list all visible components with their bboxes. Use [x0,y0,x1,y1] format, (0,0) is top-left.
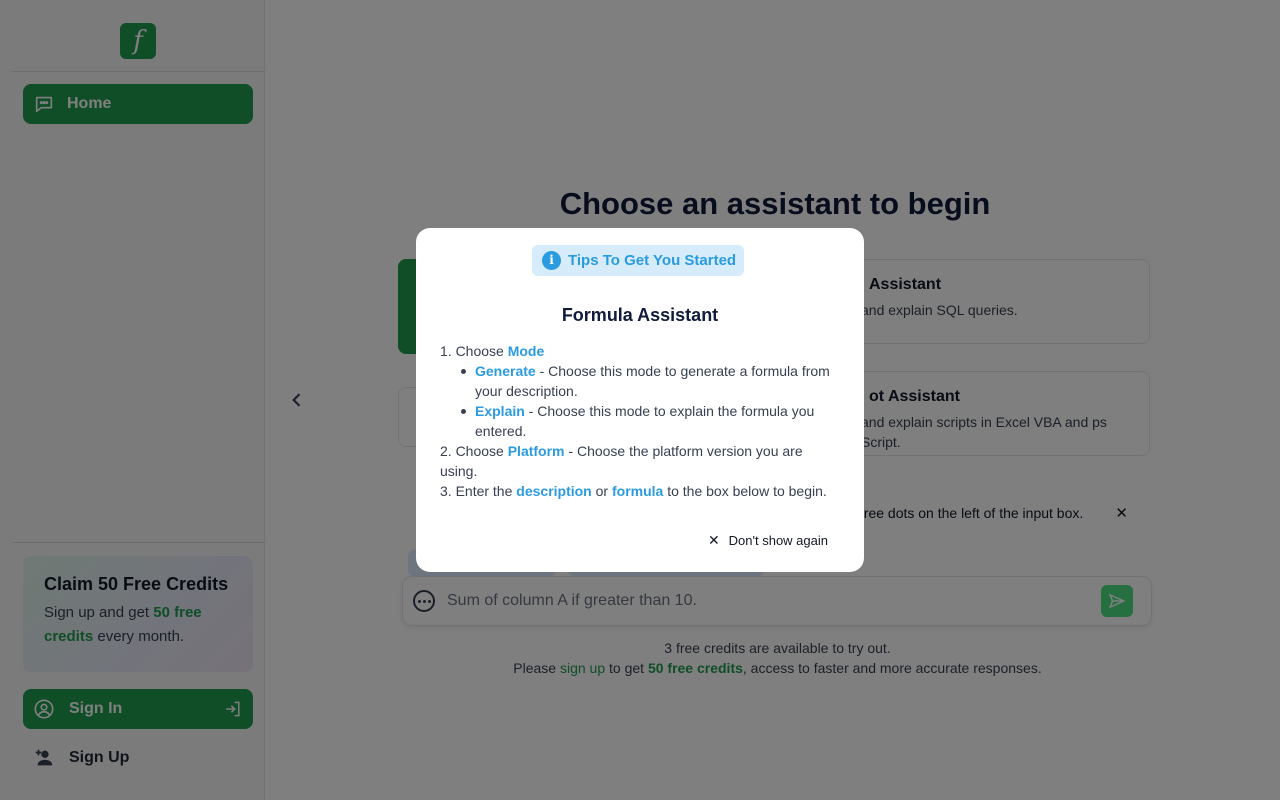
list-item: Generate - Choose this mode to generate … [440,361,840,401]
step-text: or [591,483,612,499]
platform-keyword: Platform [507,443,565,459]
step-2: 2. Choose Platform - Choose the platform… [440,441,840,481]
step-text: to the box below to begin. [663,483,827,499]
modal-title: Formula Assistant [561,305,719,325]
formula-keyword: formula [611,483,664,499]
tips-modal: i Tips To Get You Started Formula Assist… [416,228,864,572]
step-text: 1. Choose [440,343,508,359]
step-1: 1. Choose Mode [440,341,840,361]
dont-show-again-button[interactable]: ✕ Don't show again [708,532,828,549]
description-keyword: description [516,483,592,499]
step-text: 2. Choose [440,443,508,459]
explain-keyword: Explain [475,403,525,419]
list-item: Explain - Choose this mode to explain th… [440,401,840,441]
step-text: - Choose this mode to explain the formul… [475,403,815,439]
generate-keyword: Generate [475,363,536,379]
tips-badge-label: Tips To Get You Started [568,252,737,269]
modal-instructions: 1. Choose Mode Generate - Choose this mo… [440,341,840,501]
info-icon: i [542,251,561,270]
mode-keyword: Mode [507,343,545,359]
tips-badge: i Tips To Get You Started [532,245,745,276]
step-3: 3. Enter the description or formula to t… [440,481,840,501]
close-icon: ✕ [707,532,720,548]
dont-show-label: Don't show again [728,533,828,548]
step-text: 3. Enter the [440,483,517,499]
